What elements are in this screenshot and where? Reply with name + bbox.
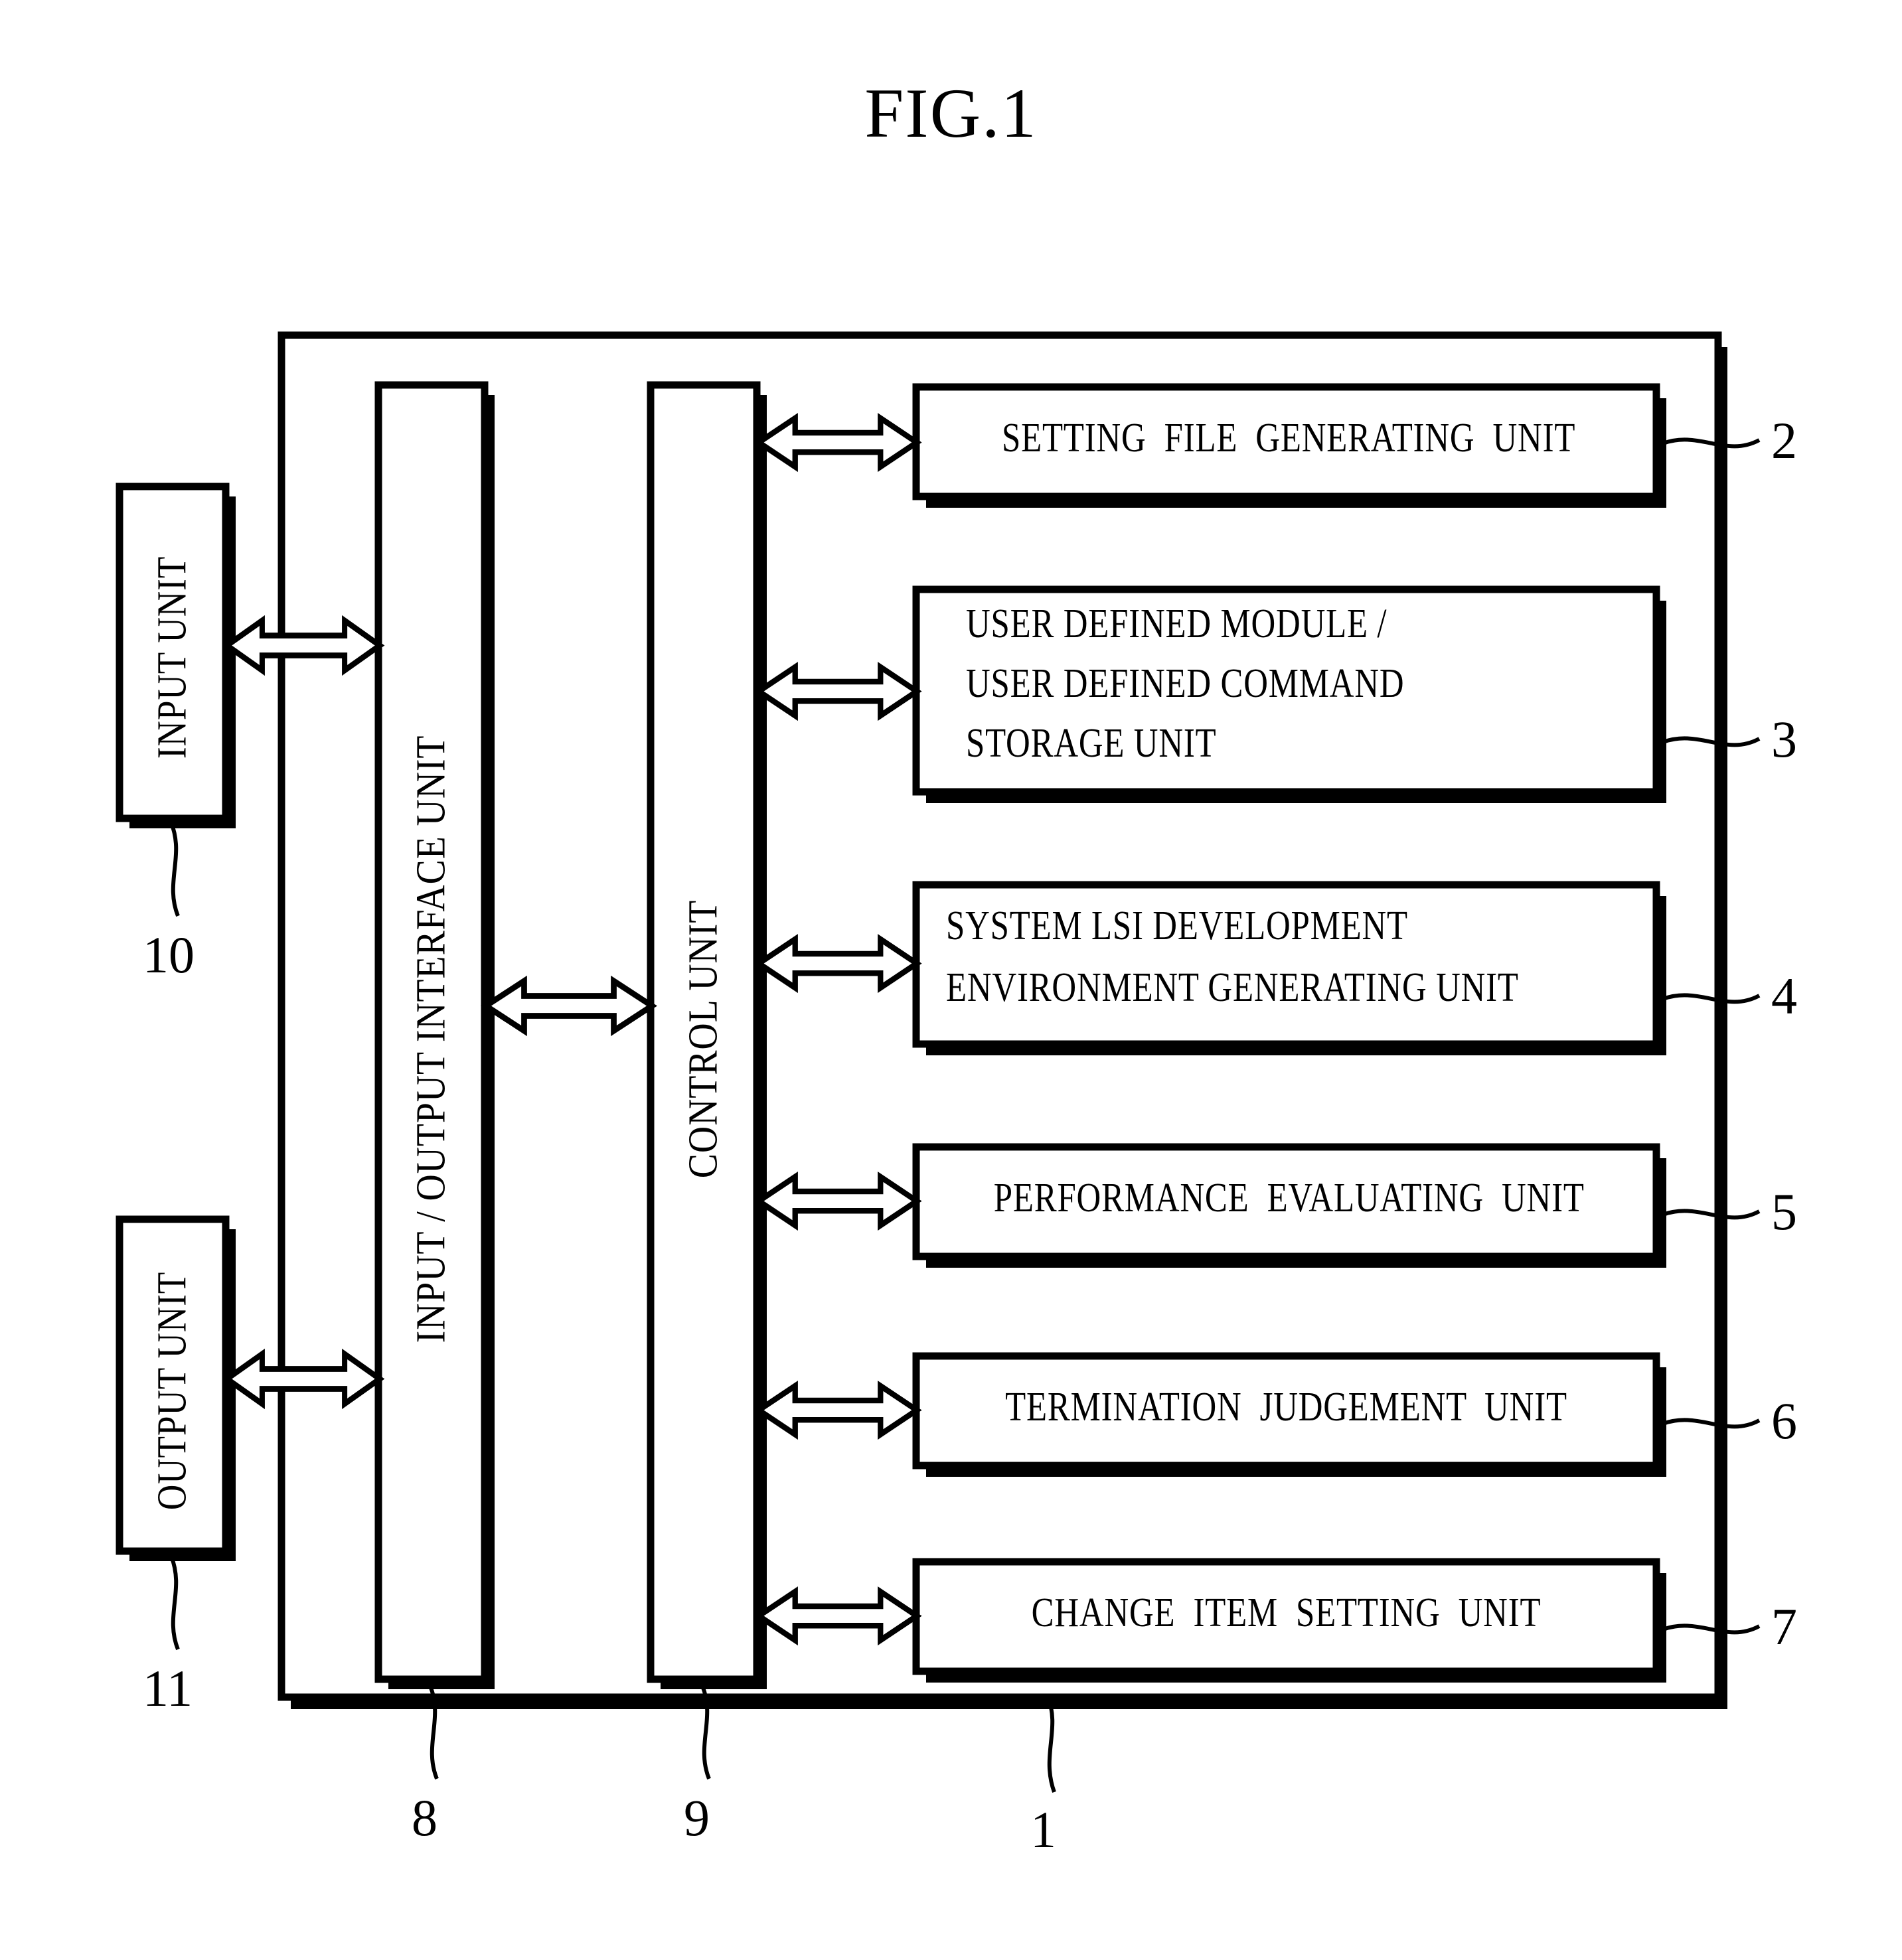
user-defined-module-label-line1: USER DEFINED MODULE / [966,601,1387,646]
reference-numeral-2: 2 [1771,412,1797,469]
environment-generating-unit-label-line2: ENVIRONMENT GENERATING UNIT [946,965,1519,1010]
setting-file-generating-unit-label: SETTING FILE GENERATING UNIT [1002,415,1576,461]
reference-numeral-3: 3 [1771,710,1797,768]
termination-judgement-unit-label: TERMINATION JUDGEMENT UNIT [1005,1385,1567,1430]
reference-numeral-4: 4 [1771,967,1797,1025]
lead-line-ref-11 [169,1555,180,1651]
lead-line-ref-10 [169,822,180,917]
control-unit-label: CONTROL UNIT [680,899,726,1179]
user-defined-command-label-line2: USER DEFINED COMMAND [966,661,1405,706]
reference-numeral-6: 6 [1771,1392,1797,1450]
io-interface-unit-label: INPUT / OUTPUT INTERFACE UNIT [408,735,454,1343]
reference-numeral-5: 5 [1771,1183,1797,1241]
change-item-setting-unit-label: CHANGE ITEM SETTING UNIT [1031,1590,1542,1635]
reference-numeral-10: 10 [143,926,195,984]
reference-numeral-8: 8 [412,1789,437,1847]
system-lsi-development-label-line1: SYSTEM LSI DEVELOPMENT [946,903,1408,948]
input-unit-label: INPUT UNIT [149,556,195,759]
storage-unit-label-line3: STORAGE UNIT [966,721,1217,766]
reference-numeral-1: 1 [1030,1801,1056,1858]
figure-canvas: FIG.1 SETTING FILE GENERATING UNIT USER … [0,0,1902,1960]
output-unit-label: OUTPUT UNIT [149,1271,195,1511]
reference-numeral-11: 11 [143,1659,193,1717]
lead-line-ref-1 [1046,1695,1056,1793]
performance-evaluating-unit-label: PERFORMANCE EVALUATING UNIT [993,1175,1585,1221]
reference-numeral-9: 9 [684,1789,710,1847]
reference-numeral-7: 7 [1771,1598,1797,1655]
